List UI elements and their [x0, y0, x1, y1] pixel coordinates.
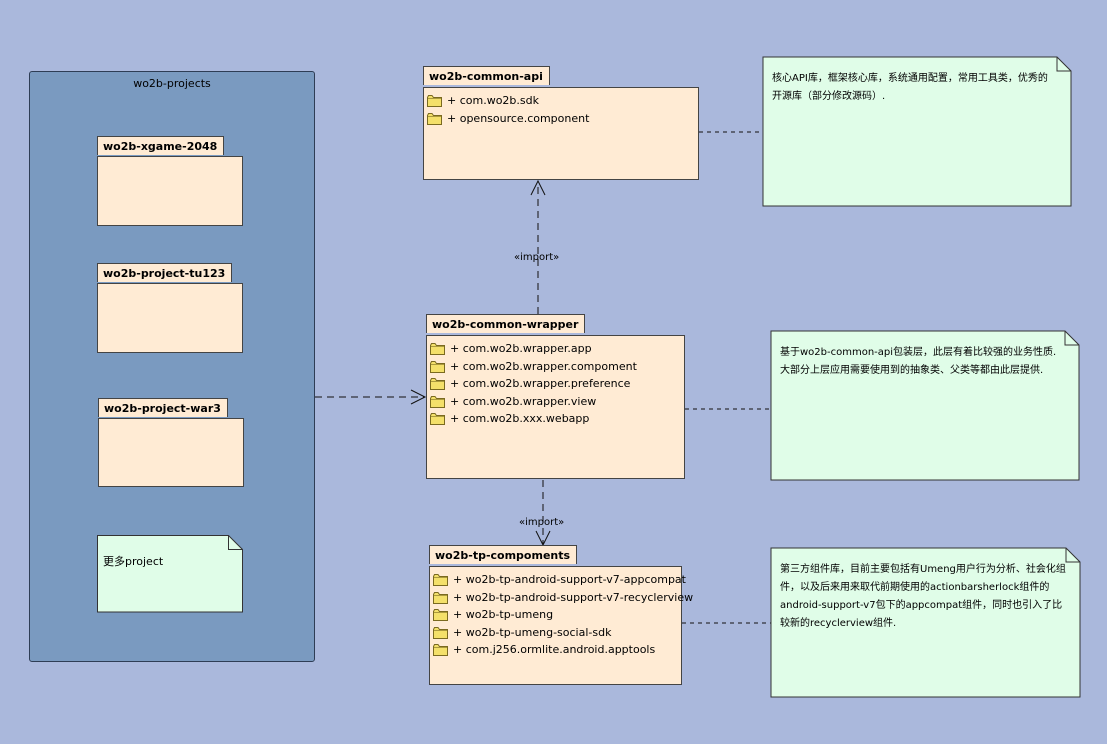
folder-icon [430, 413, 445, 426]
folder-icon [433, 574, 448, 587]
import-label-upper: «import» [514, 252, 560, 263]
package-item[interactable]: + opensource.component [424, 110, 698, 128]
package-item[interactable]: + wo2b-tp-android-support-v7-recyclervie… [430, 589, 693, 607]
folder-icon [430, 343, 445, 356]
folder-icon [427, 112, 442, 125]
package-item[interactable]: + wo2b-tp-umeng-social-sdk [430, 624, 681, 642]
package-item-label: + wo2b-tp-android-support-v7-recyclervie… [453, 590, 694, 604]
folder-icon [430, 395, 445, 408]
sub-package-name: wo2b-xgame-2048 [103, 140, 218, 153]
package-body-common-wrapper[interactable]: + com.wo2b.wrapper.app + com.wo2b.wrapper… [426, 335, 685, 479]
package-tab-common-api[interactable]: wo2b-common-api [423, 66, 550, 85]
tp-note[interactable]: 第三方组件库，目前主要包括有Umeng用户行为分析、社会化组件，以及后来用来取代… [771, 548, 1080, 697]
wrapper-note[interactable]: 基于wo2b-common-api包装层，此层有着比较强的业务性质. 大部分上层… [771, 331, 1079, 480]
package-tab-tp-compoments[interactable]: wo2b-tp-compoments [429, 545, 578, 564]
sub-package-body-war3[interactable] [98, 418, 244, 487]
folder-icon [427, 95, 442, 108]
package-body-common-api[interactable]: + com.wo2b.sdk + opensource.component [423, 87, 699, 180]
folder-icon [430, 360, 445, 373]
package-item-label: + com.wo2b.wrapper.view [450, 394, 597, 408]
package-item[interactable]: + wo2b-tp-android-support-v7-appcompat [430, 571, 686, 589]
package-item[interactable]: + com.wo2b.wrapper.view [427, 393, 684, 411]
tp-note-text: 第三方组件库，目前主要包括有Umeng用户行为分析、社会化组件，以及后来用来取代… [780, 564, 1066, 629]
package-item[interactable]: + com.j256.ormlite.android.apptools [430, 641, 681, 659]
package-item[interactable]: + com.wo2b.wrapper.app [427, 340, 684, 358]
package-item-label: + opensource.component [447, 111, 590, 125]
package-item-label: + com.wo2b.xxx.webapp [450, 412, 590, 426]
package-tab-common-wrapper[interactable]: wo2b-common-wrapper [426, 314, 586, 333]
package-item-label: + wo2b-tp-umeng-social-sdk [453, 625, 612, 639]
more-note-text[interactable]: 更多project [103, 553, 163, 569]
package-item[interactable]: + com.wo2b.sdk [424, 92, 698, 110]
projects-container-title: wo2b-projects [133, 77, 211, 90]
wrapper-note-text: 基于wo2b-common-api包装层，此层有着比较强的业务性质. 大部分上层… [780, 347, 1057, 376]
package-item-label: + com.wo2b.sdk [447, 94, 539, 108]
api-note[interactable]: 核心API库，框架核心库，系统通用配置，常用工具类，优秀的开源库（部分修改源码）… [763, 57, 1071, 206]
package-item-label: + com.wo2b.wrapper.preference [450, 377, 631, 391]
import-label-lower: «import» [519, 517, 565, 528]
sub-package-tab-tu123[interactable]: wo2b-project-tu123 [97, 263, 233, 282]
folder-icon [433, 609, 448, 622]
package-name: wo2b-common-api [429, 70, 543, 83]
sub-package-body-tu123[interactable] [97, 283, 243, 353]
folder-icon [433, 591, 448, 604]
package-item[interactable]: + com.wo2b.xxx.webapp [427, 410, 684, 428]
folder-icon [433, 626, 448, 639]
more-note-shape [97, 535, 243, 613]
sub-package-tab-war3[interactable]: wo2b-project-war3 [98, 398, 228, 417]
sub-package-name: wo2b-project-war3 [104, 402, 221, 415]
sub-package-tab-xgame[interactable]: wo2b-xgame-2048 [97, 136, 225, 155]
sub-package-name: wo2b-project-tu123 [103, 267, 226, 280]
folder-icon [430, 378, 445, 391]
package-name: wo2b-tp-compoments [435, 549, 571, 562]
package-item-label: + com.j256.ormlite.android.apptools [453, 643, 656, 657]
folder-icon [433, 644, 448, 657]
package-item[interactable]: + com.wo2b.wrapper.compoment [427, 358, 684, 376]
package-item-label: + com.wo2b.wrapper.compoment [450, 359, 637, 373]
package-item[interactable]: + com.wo2b.wrapper.preference [427, 375, 684, 393]
package-item-label: + wo2b-tp-umeng [453, 608, 554, 622]
package-item[interactable]: + wo2b-tp-umeng [430, 606, 681, 624]
package-item-label: + com.wo2b.wrapper.app [450, 342, 592, 356]
api-note-text: 核心API库，框架核心库，系统通用配置，常用工具类，优秀的开源库（部分修改源码）… [772, 73, 1048, 102]
package-item-label: + wo2b-tp-android-support-v7-appcompat [453, 573, 686, 587]
package-name: wo2b-common-wrapper [432, 318, 579, 331]
package-body-tp-compoments[interactable]: + wo2b-tp-android-support-v7-appcompat + … [429, 566, 693, 685]
sub-package-body-xgame[interactable] [97, 156, 243, 226]
